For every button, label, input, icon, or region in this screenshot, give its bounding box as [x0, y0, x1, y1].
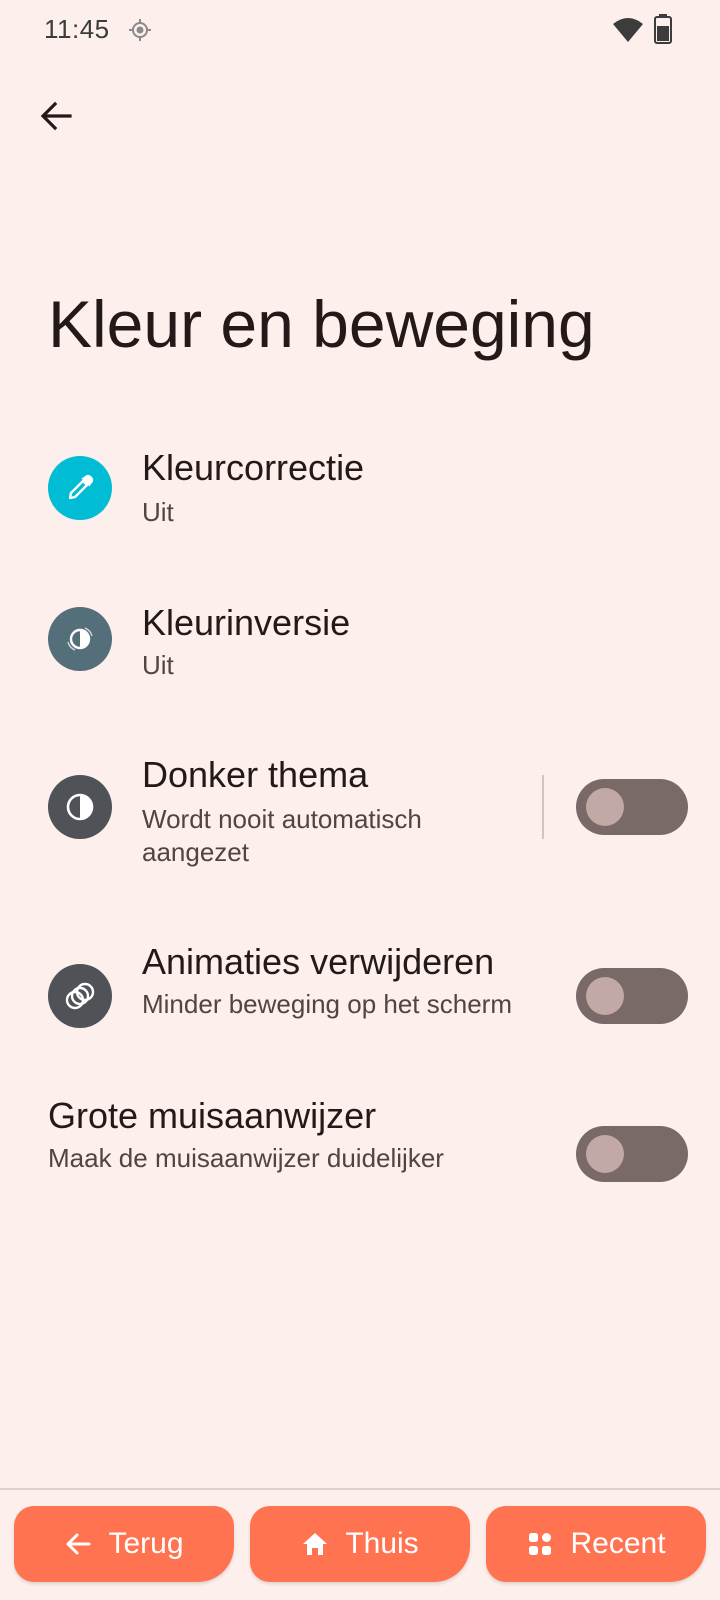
toggle-thumb — [586, 788, 624, 826]
setting-title: Kleurcorrectie — [142, 447, 365, 488]
status-time: 11:45 — [44, 14, 110, 44]
setting-remove-animations[interactable]: Animaties verwijderen Minder beweging op… — [0, 940, 720, 1060]
toggle-thumb — [586, 1135, 624, 1173]
setting-summary: Uit — [142, 497, 174, 527]
eyedropper-icon — [48, 456, 112, 520]
setting-summary: Minder beweging op het scherm — [142, 989, 512, 1019]
back-button[interactable] — [30, 90, 82, 142]
home-icon — [301, 1530, 329, 1558]
arrow-back-icon — [40, 101, 72, 131]
toggle-thumb — [586, 977, 624, 1015]
dark-theme-toggle[interactable] — [576, 779, 688, 835]
location-icon — [129, 19, 151, 41]
arrow-back-icon — [64, 1530, 92, 1558]
setting-summary: Wordt nooit automatisch aangezet — [142, 804, 422, 867]
toggle-divider — [542, 775, 544, 839]
setting-title: Kleurinversie — [142, 602, 351, 643]
page-title: Kleur en beweging — [48, 287, 595, 361]
color-inversion-icon — [48, 607, 112, 671]
setting-summary: Uit — [142, 650, 174, 680]
setting-large-mouse-pointer[interactable]: Grote muisaanwijzer Maak de muisaanwijze… — [0, 1095, 720, 1210]
wifi-icon — [613, 18, 643, 42]
setting-title: Animaties verwijderen — [142, 941, 495, 982]
nav-home-button[interactable]: Thuis — [250, 1506, 470, 1582]
setting-color-correction[interactable]: Kleurcorrectie Uit — [0, 430, 720, 560]
setting-title: Grote muisaanwijzer — [48, 1095, 377, 1136]
nav-recent-button[interactable]: Recent — [486, 1506, 706, 1582]
remove-animations-toggle[interactable] — [576, 968, 688, 1024]
navigation-bar: Terug Thuis Recent — [0, 1490, 720, 1600]
nav-recent-label: Recent — [570, 1527, 666, 1560]
remove-animations-icon — [48, 964, 112, 1028]
dark-theme-icon — [48, 775, 112, 839]
setting-color-inversion[interactable]: Kleurinversie Uit — [0, 585, 720, 715]
battery-icon — [654, 14, 672, 44]
recent-apps-icon — [526, 1530, 554, 1558]
nav-back-label: Terug — [108, 1527, 184, 1560]
setting-summary: Maak de muisaanwijzer duidelijker — [48, 1143, 444, 1173]
setting-dark-theme[interactable]: Donker thema Wordt nooit automatisch aan… — [0, 745, 720, 895]
large-mouse-pointer-toggle[interactable] — [576, 1126, 688, 1182]
nav-home-label: Thuis — [345, 1527, 419, 1560]
nav-back-button[interactable]: Terug — [14, 1506, 234, 1582]
status-bar: 11:45 — [0, 0, 720, 60]
setting-title: Donker thema — [142, 754, 369, 795]
